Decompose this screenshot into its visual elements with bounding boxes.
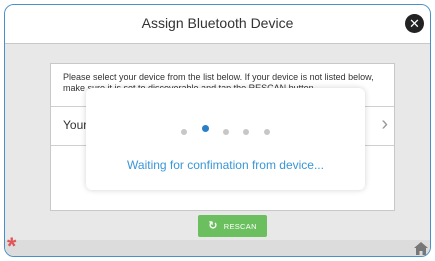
chevron-right-icon: › [381,113,388,135]
asterisk-icon: * [7,233,17,257]
refresh-icon: ↻ [208,220,218,232]
title-bar: Assign Bluetooth Device ✕ [5,5,430,44]
page-title: Assign Bluetooth Device [141,15,294,31]
waiting-dialog: Waiting for confimation from device... [86,88,365,190]
loading-dot [243,128,250,135]
bottom-bar: * [5,233,430,256]
rescan-button[interactable]: ↻ RESCAN [198,215,267,237]
device-list-item-label: Your [63,118,88,132]
loading-dot [263,128,270,135]
home-icon[interactable] [414,242,428,255]
loading-dot-active [201,125,209,133]
app-window: Assign Bluetooth Device ✕ Please select … [4,4,431,257]
close-icon[interactable]: ✕ [405,14,424,33]
rescan-label: RESCAN [223,222,257,231]
waiting-message: Waiting for confimation from device... [127,158,324,172]
loading-dot [181,128,188,135]
loading-dot [223,128,229,135]
loading-indicator [86,123,365,135]
